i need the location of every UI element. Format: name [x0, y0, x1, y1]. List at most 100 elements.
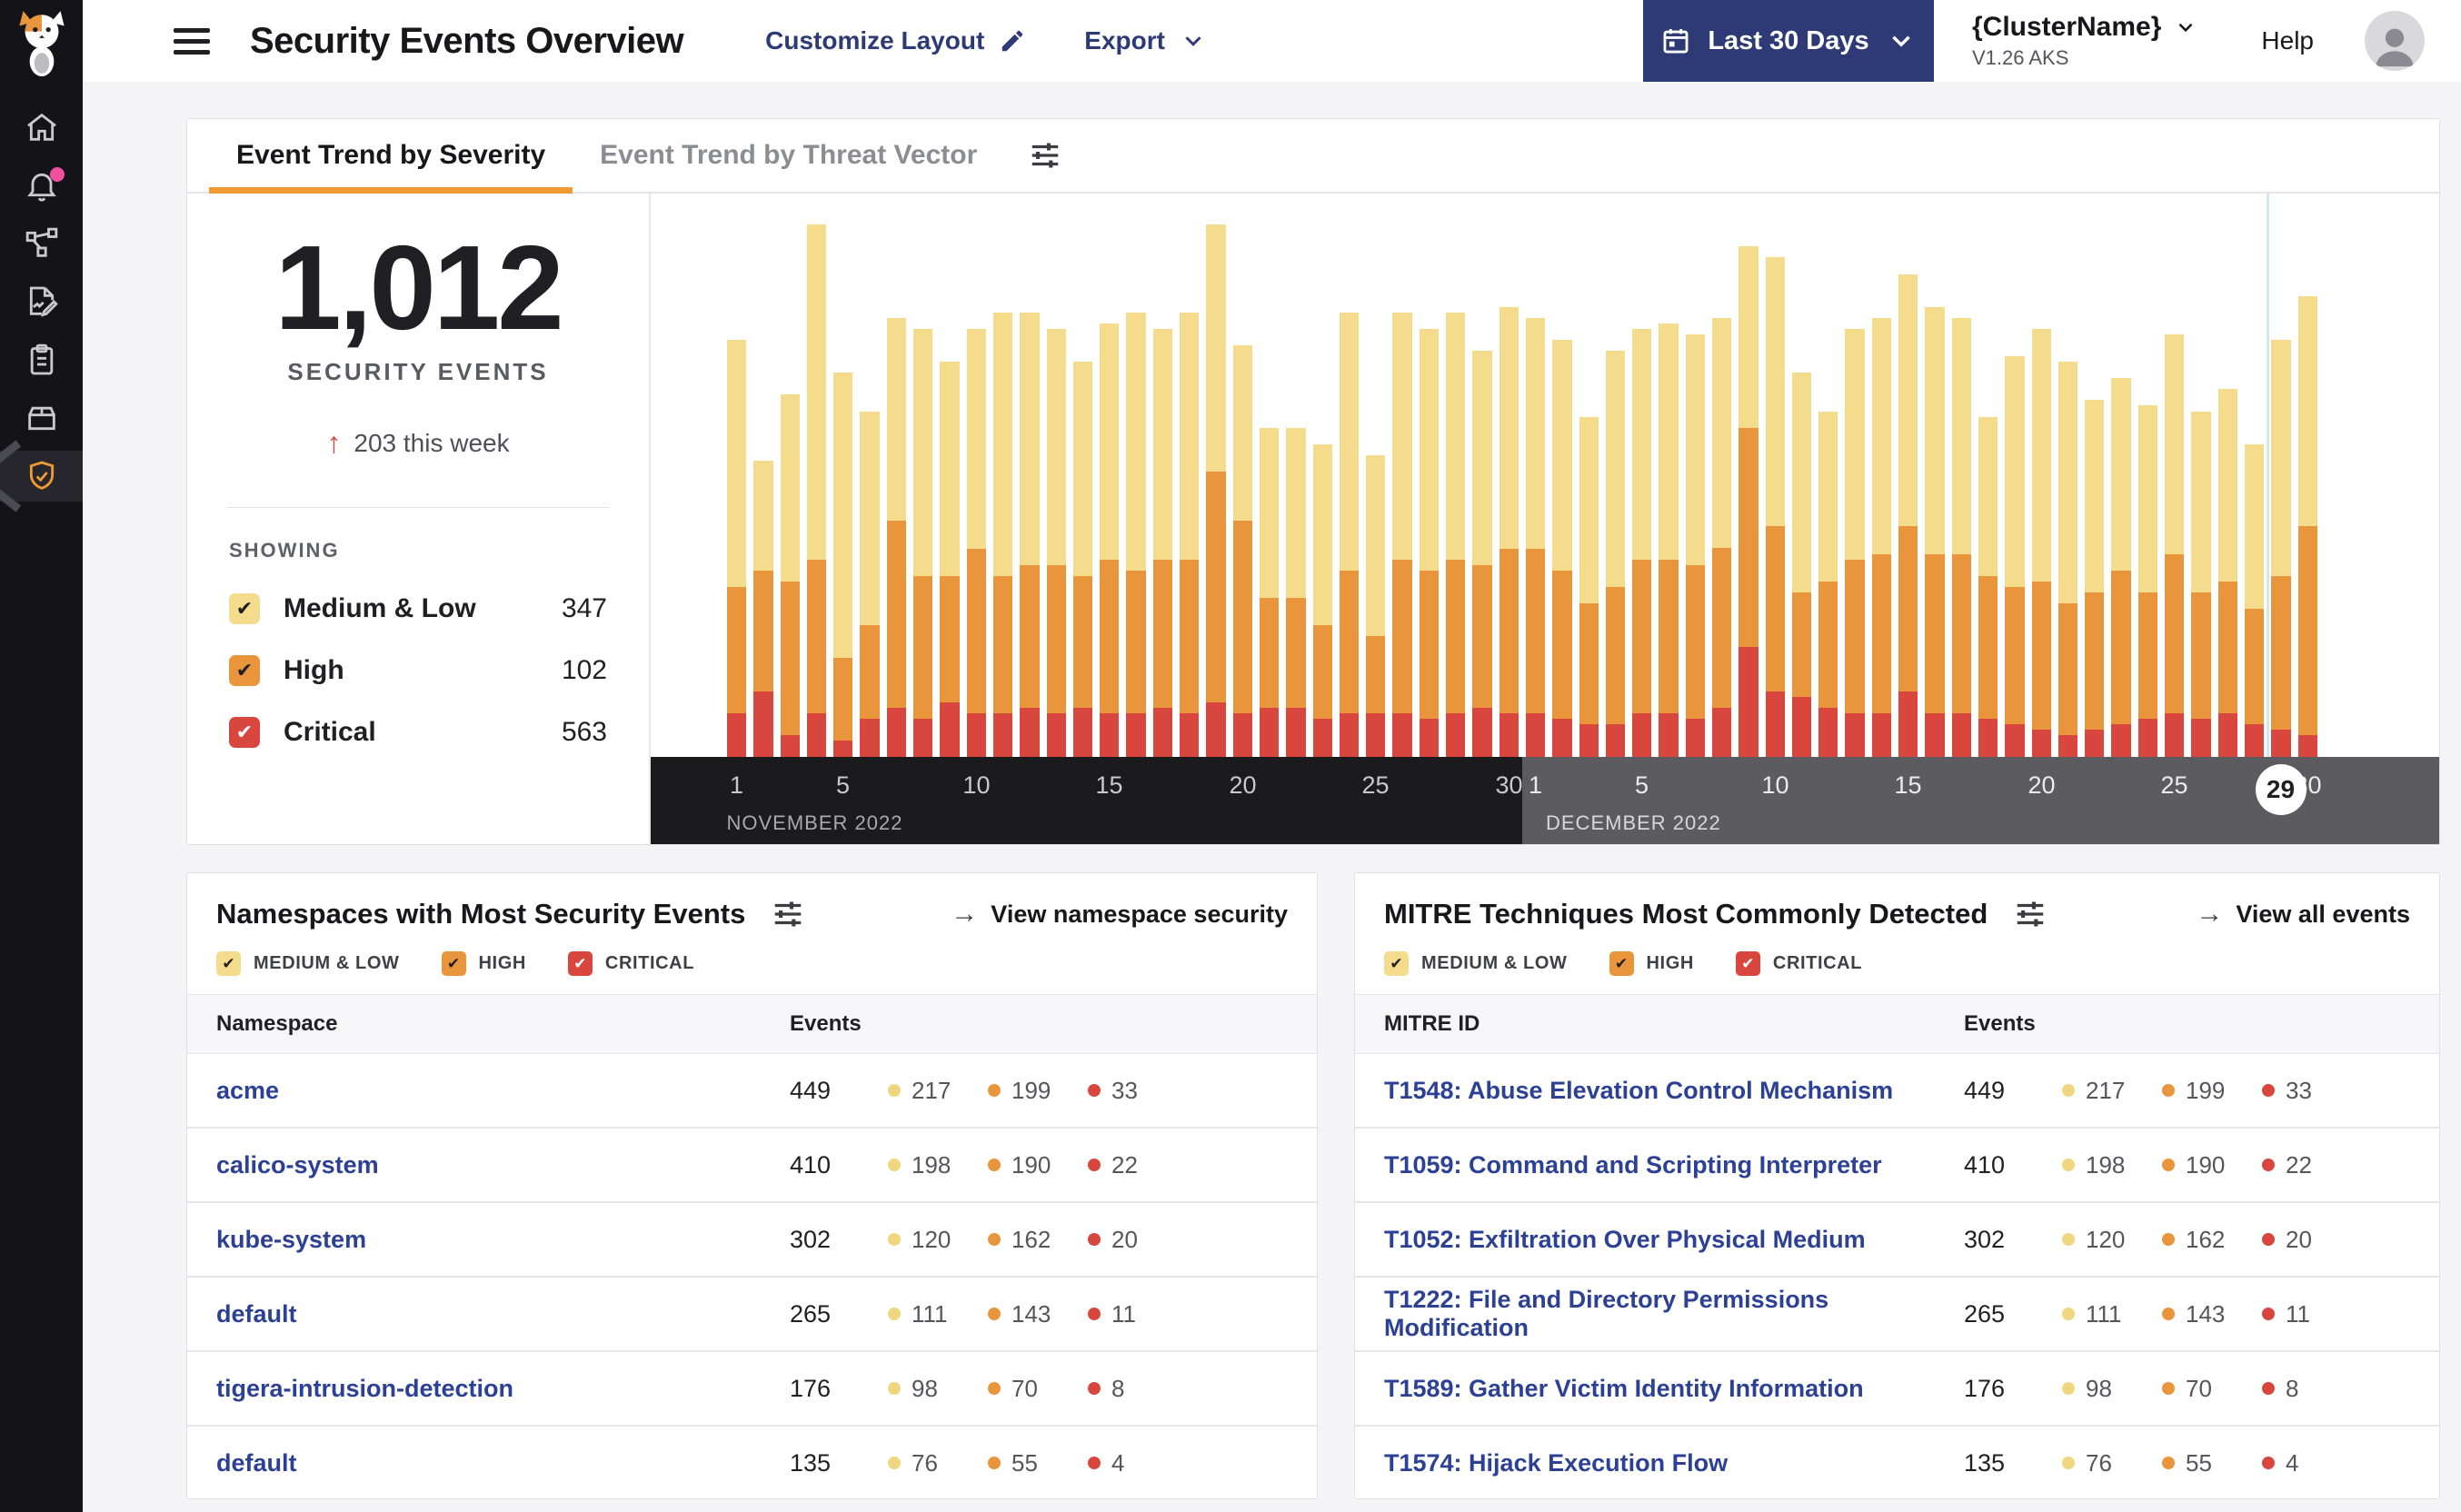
- chart-bar[interactable]: [1392, 208, 1412, 757]
- namespace-link[interactable]: kube-system: [216, 1226, 790, 1254]
- sidebar-item-alerts[interactable]: [0, 156, 83, 214]
- chart-bar[interactable]: [1525, 208, 1546, 757]
- tab-event-trend-by-severity[interactable]: Event Trend by Severity: [209, 119, 573, 194]
- chart-bar[interactable]: [1978, 208, 1998, 757]
- namespace-link[interactable]: default: [216, 1449, 790, 1477]
- chart-bar[interactable]: [1739, 208, 1759, 757]
- view-all-events-link[interactable]: → View all events: [2196, 899, 2410, 930]
- critical-checkbox[interactable]: ✔: [229, 717, 260, 748]
- export-button[interactable]: Export: [1084, 26, 1207, 55]
- filter-medium-low[interactable]: ✔ MEDIUM & LOW: [216, 951, 400, 976]
- namespace-link[interactable]: default: [216, 1300, 790, 1328]
- chart-bar[interactable]: [886, 208, 907, 757]
- chart-bar[interactable]: [1685, 208, 1705, 757]
- chart-bar[interactable]: [992, 208, 1013, 757]
- chart-bar[interactable]: [1152, 208, 1173, 757]
- sidebar-item-compliance[interactable]: [0, 331, 83, 389]
- mitre-settings-button[interactable]: [2013, 897, 2048, 931]
- mitre-technique-link[interactable]: T1548: Abuse Elevation Control Mechanism: [1384, 1077, 1964, 1105]
- sidebar-item-service-graph[interactable]: [0, 214, 83, 273]
- chart-bar[interactable]: [2217, 208, 2237, 757]
- mitre-technique-link[interactable]: T1574: Hijack Execution Flow: [1384, 1449, 1964, 1477]
- filter-critical[interactable]: ✔ CRITICAL: [567, 951, 694, 976]
- chart-bar[interactable]: [1552, 208, 1572, 757]
- filter-high[interactable]: ✔ HIGH: [441, 951, 526, 976]
- chart-bar[interactable]: [940, 208, 960, 757]
- chart-bar[interactable]: [1046, 208, 1066, 757]
- chart-bar[interactable]: [2271, 208, 2291, 757]
- sidebar-item-workloads[interactable]: [0, 389, 83, 447]
- filter-critical[interactable]: ✔ CRITICAL: [1735, 951, 1862, 976]
- view-namespace-security-link[interactable]: → View namespace security: [951, 899, 1288, 930]
- chart-bar[interactable]: [1845, 208, 1865, 757]
- chart-bar[interactable]: [1472, 208, 1492, 757]
- chart-bar[interactable]: [2297, 208, 2317, 757]
- chart-bar[interactable]: [806, 208, 827, 757]
- chart-bar[interactable]: [1446, 208, 1466, 757]
- chart-bar[interactable]: [1259, 208, 1280, 757]
- chart-bar[interactable]: [2165, 208, 2185, 757]
- chart-bar[interactable]: [1180, 208, 1200, 757]
- help-link[interactable]: Help: [2261, 26, 2314, 55]
- chart-bar[interactable]: [1100, 208, 1120, 757]
- mitre-technique-link[interactable]: T1222: File and Directory Permissions Mo…: [1384, 1286, 1964, 1342]
- selected-day-badge[interactable]: 29: [2255, 764, 2307, 815]
- date-range-button[interactable]: Last 30 Days: [1642, 0, 1934, 82]
- medium-low-checkbox[interactable]: ✔: [229, 593, 260, 624]
- chart-bar[interactable]: [1020, 208, 1040, 757]
- chart-bar[interactable]: [1366, 208, 1386, 757]
- hamburger-menu-icon[interactable]: [174, 22, 210, 61]
- chart-bar[interactable]: [1286, 208, 1306, 757]
- chart-bar[interactable]: [1818, 208, 1838, 757]
- chart-bar[interactable]: [2031, 208, 2051, 757]
- chart-bar[interactable]: [1126, 208, 1146, 757]
- chart-bar[interactable]: [860, 208, 880, 757]
- chart-bar[interactable]: [1232, 208, 1252, 757]
- high-checkbox[interactable]: ✔: [229, 655, 260, 686]
- chart-bar[interactable]: [2057, 208, 2078, 757]
- chart-bar[interactable]: [1632, 208, 1652, 757]
- chart-bar[interactable]: [1499, 208, 1519, 757]
- chart-bar[interactable]: [833, 208, 853, 757]
- chart-bar[interactable]: [727, 208, 747, 757]
- chart-bar[interactable]: [1765, 208, 1785, 757]
- chart-bar[interactable]: [2137, 208, 2158, 757]
- chart-bar[interactable]: [753, 208, 773, 757]
- chart-bar[interactable]: [1925, 208, 1945, 757]
- user-avatar[interactable]: [2365, 11, 2425, 71]
- chart-bar[interactable]: [1339, 208, 1360, 757]
- namespace-link[interactable]: tigera-intrusion-detection: [216, 1375, 790, 1403]
- mitre-technique-link[interactable]: T1059: Command and Scripting Interpreter: [1384, 1151, 1964, 1179]
- chart-bar[interactable]: [1898, 208, 1918, 757]
- chart-bar[interactable]: [2085, 208, 2105, 757]
- chart-bar[interactable]: [1312, 208, 1332, 757]
- chart-bar[interactable]: [2191, 208, 2211, 757]
- chart-bar[interactable]: [913, 208, 933, 757]
- chart-bar[interactable]: [1605, 208, 1626, 757]
- mitre-technique-link[interactable]: T1589: Gather Victim Identity Informatio…: [1384, 1375, 1964, 1403]
- chart-bar[interactable]: [1419, 208, 1440, 757]
- trend-settings-button[interactable]: [1028, 119, 1062, 192]
- sidebar-item-home[interactable]: [0, 98, 83, 156]
- tab-event-trend-by-threat-vector[interactable]: Event Trend by Threat Vector: [573, 119, 1004, 192]
- chart-bar[interactable]: [2005, 208, 2025, 757]
- chart-bar[interactable]: [2111, 208, 2131, 757]
- namespace-link[interactable]: acme: [216, 1077, 790, 1105]
- chart-bar[interactable]: [1072, 208, 1093, 757]
- chart-bar[interactable]: [1791, 208, 1812, 757]
- mitre-technique-link[interactable]: T1052: Exfiltration Over Physical Medium: [1384, 1226, 1964, 1254]
- customize-layout-button[interactable]: Customize Layout: [765, 26, 1026, 55]
- chart-bar[interactable]: [1206, 208, 1226, 757]
- namespaces-settings-button[interactable]: [771, 897, 805, 931]
- sidebar-item-policies[interactable]: [0, 273, 83, 331]
- chart-bar[interactable]: [1871, 208, 1892, 757]
- namespace-link[interactable]: calico-system: [216, 1151, 790, 1179]
- chart-bar[interactable]: [966, 208, 986, 757]
- chart-bar[interactable]: [2244, 208, 2265, 757]
- chart-bar[interactable]: [1579, 208, 1599, 757]
- chart-bar[interactable]: [1659, 208, 1679, 757]
- chart-bar[interactable]: [1711, 208, 1732, 757]
- sidebar-item-threat-defense[interactable]: [0, 451, 83, 502]
- chart-bar[interactable]: [1951, 208, 1971, 757]
- filter-medium-low[interactable]: ✔ MEDIUM & LOW: [1384, 951, 1568, 976]
